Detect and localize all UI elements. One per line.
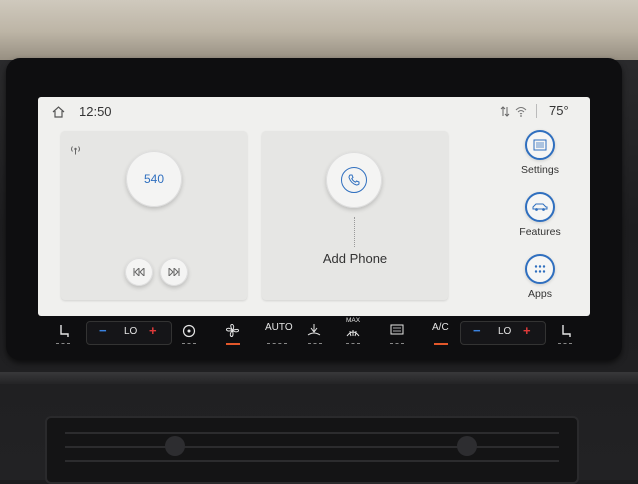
phone-card[interactable]: Add Phone	[262, 131, 448, 300]
fan-icon[interactable]	[225, 323, 240, 338]
max-defrost-indicator	[346, 343, 360, 345]
features-button[interactable]: Features	[490, 192, 590, 238]
add-phone-label[interactable]: Add Phone	[262, 251, 448, 266]
left-seat-indicator	[56, 343, 70, 345]
right-temp-value: LO	[498, 326, 512, 337]
skip-back-icon	[133, 268, 145, 276]
clock: 12:50	[79, 104, 112, 119]
vent-right-knob[interactable]	[457, 436, 477, 456]
home-icon[interactable]	[52, 106, 65, 118]
right-heated-seat-icon[interactable]	[560, 324, 572, 338]
defrost-mode-indicator	[308, 343, 322, 345]
features-icon-circle	[525, 192, 555, 222]
phone-icon	[348, 174, 360, 186]
right-temp-up-button[interactable]: +	[523, 323, 531, 338]
max-defrost-icon[interactable]	[345, 326, 361, 338]
apps-icon-circle	[525, 254, 555, 284]
station-frequency: 540	[143, 172, 165, 186]
auto-button[interactable]: AUTO	[265, 322, 293, 333]
left-temp-control[interactable]: − LO +	[86, 321, 172, 345]
ac-button[interactable]: A/C	[432, 322, 449, 333]
rear-defrost-icon[interactable]	[390, 324, 404, 336]
left-temp-down-button[interactable]: −	[99, 323, 107, 338]
settings-icon	[533, 139, 547, 151]
max-defrost-label: MAX	[346, 317, 361, 324]
wifi-icon	[515, 107, 527, 117]
vent-slat	[65, 432, 559, 434]
defrost-mode-icon[interactable]	[306, 323, 322, 338]
auto-indicator	[267, 343, 287, 345]
touchscreen: 12:50 75° 540 Add Phone Settings Feature…	[38, 97, 590, 316]
vent-slat	[65, 460, 559, 462]
fan-indicator	[226, 343, 240, 346]
next-track-button[interactable]	[160, 258, 188, 286]
signal-arrows-icon	[500, 106, 510, 117]
left-temp-value: LO	[124, 326, 138, 337]
settings-button[interactable]: Settings	[490, 130, 590, 176]
vehicle-icon	[532, 203, 548, 211]
audio-card[interactable]: 540	[61, 131, 247, 300]
ac-indicator	[434, 343, 448, 346]
radio-source-icon	[71, 146, 80, 155]
connector-line	[354, 217, 355, 247]
left-temp-up-button[interactable]: +	[149, 323, 157, 338]
status-bar: 12:50 75°	[38, 97, 590, 125]
left-heated-seat-icon[interactable]	[58, 324, 70, 338]
rear-defrost-indicator	[390, 343, 404, 345]
right-seat-indicator	[558, 343, 572, 345]
apps-label: Apps	[528, 288, 552, 300]
status-divider	[536, 104, 537, 118]
outside-temperature: 75°	[549, 103, 569, 118]
vent-slat	[65, 446, 559, 448]
right-temp-down-button[interactable]: −	[473, 323, 481, 338]
phone-icon-ring	[341, 167, 367, 193]
climate-controls: − LO + AUTO MAX A/C − LO +	[40, 317, 590, 352]
settings-icon-circle	[525, 130, 555, 160]
features-label: Features	[519, 226, 561, 238]
dash-trim	[0, 372, 638, 384]
steering-heat-icon[interactable]	[182, 324, 196, 338]
skip-forward-icon	[168, 268, 180, 276]
previous-track-button[interactable]	[125, 258, 153, 286]
phone-button[interactable]	[326, 152, 382, 208]
air-vent	[45, 416, 579, 484]
steering-heat-indicator	[182, 343, 196, 345]
station-button[interactable]: 540	[126, 151, 182, 207]
apps-button[interactable]: Apps	[490, 254, 590, 300]
right-temp-control[interactable]: − LO +	[460, 321, 546, 345]
apps-grid-icon	[534, 265, 546, 273]
vent-left-knob[interactable]	[165, 436, 185, 456]
settings-label: Settings	[521, 164, 559, 176]
